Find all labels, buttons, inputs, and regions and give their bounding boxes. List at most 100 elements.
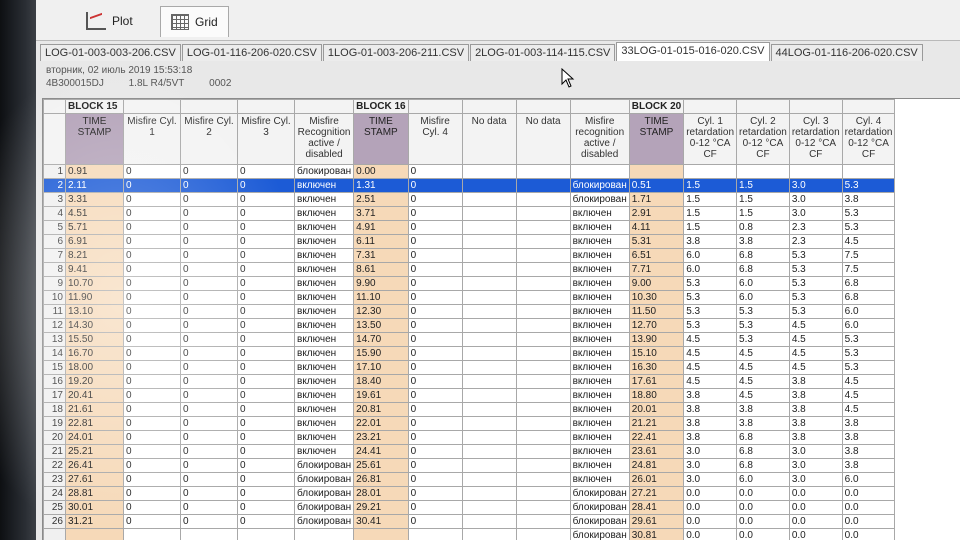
table-cell[interactable] (461, 304, 517, 319)
table-cell[interactable]: 0 (180, 486, 238, 501)
table-cell[interactable]: 6.8 (736, 262, 790, 277)
table-cell[interactable]: включен (293, 220, 355, 235)
table-cell[interactable]: 0 (123, 206, 181, 221)
table-cell[interactable] (515, 458, 571, 473)
table-row[interactable]: 12 14.30 0 0 0 включен 13.50 0 включен 12.70 5.3 5.… (43, 318, 896, 333)
table-cell[interactable]: включен (569, 444, 630, 459)
table-cell[interactable]: 5.3 (841, 360, 896, 375)
table-cell[interactable]: 6.8 (841, 276, 896, 291)
table-cell[interactable] (461, 388, 517, 403)
table-cell[interactable]: включен (569, 304, 630, 319)
table-cell[interactable]: 0 (123, 374, 181, 389)
table-cell[interactable]: блокирован (569, 486, 630, 501)
table-cell[interactable]: включен (293, 374, 355, 389)
table-cell[interactable] (788, 164, 843, 179)
table-row[interactable]: 17 20.41 0 0 0 включен 19.61 0 включен 18.80 3.8 4.… (43, 388, 896, 403)
table-cell[interactable]: включен (569, 402, 630, 417)
table-cell[interactable]: 0 (407, 192, 463, 207)
table-cell[interactable]: 0 (407, 388, 463, 403)
table-cell[interactable] (461, 332, 517, 347)
table-row[interactable]: 22 26.41 0 0 0 блокирован 25.61 0 включен 24.81 3.… (43, 458, 896, 473)
table-cell[interactable]: 11.90 (65, 290, 124, 305)
table-cell[interactable]: 0 (237, 192, 295, 207)
row-number[interactable]: 17 (43, 388, 66, 403)
table-cell[interactable] (461, 318, 517, 333)
table-cell[interactable]: 0 (180, 164, 238, 179)
table-cell[interactable]: 1.5 (736, 192, 790, 207)
table-row[interactable]: блокирован 30.81 0.0 0.0 0.0 0.0 (43, 528, 896, 540)
table-cell[interactable]: 6.0 (736, 472, 790, 487)
table-cell[interactable]: 4.11 (628, 220, 685, 235)
table-cell[interactable]: 3.8 (788, 374, 843, 389)
column-header[interactable]: Cyl. 3 retardation 0-12 °CA CF (788, 113, 843, 165)
table-cell[interactable]: 0 (123, 458, 181, 473)
plot-tab[interactable]: Plot (76, 6, 143, 36)
table-row[interactable]: 8 9.41 0 0 0 включен 8.61 0 включен 7.71 6.0 6.8 5.3… (43, 262, 896, 277)
table-cell[interactable] (515, 206, 571, 221)
table-cell[interactable]: 0.0 (683, 486, 738, 501)
column-header[interactable]: TIME STAMP (353, 113, 409, 165)
table-cell[interactable]: 3.0 (788, 444, 843, 459)
table-cell[interactable]: 4.5 (788, 346, 843, 361)
table-cell[interactable]: 0 (123, 416, 181, 431)
table-cell[interactable]: 5.3 (683, 304, 738, 319)
table-cell[interactable]: 17.10 (353, 360, 409, 375)
table-cell[interactable] (515, 528, 571, 540)
table-cell[interactable] (461, 500, 517, 515)
column-header[interactable]: Misfire Cyl. 3 (237, 113, 295, 165)
table-cell[interactable]: 5.3 (736, 332, 790, 347)
table-cell[interactable]: 7.71 (628, 262, 685, 277)
table-cell[interactable]: 9.00 (628, 276, 685, 291)
table-cell[interactable]: 0 (123, 346, 181, 361)
table-row[interactable]: 24 28.81 0 0 0 блокирован 28.01 0 блокирован 27.2… (43, 486, 896, 501)
table-cell[interactable]: 3.71 (353, 206, 409, 221)
file-tab[interactable]: 1LOG-01-003-206-211.CSV (322, 44, 470, 61)
table-cell[interactable]: включен (569, 290, 630, 305)
table-cell[interactable]: 0 (237, 416, 295, 431)
row-number[interactable]: 15 (43, 360, 66, 375)
table-cell[interactable]: 0.8 (736, 220, 790, 235)
table-cell[interactable] (407, 528, 463, 540)
table-cell[interactable] (515, 304, 571, 319)
row-number[interactable]: 24 (43, 486, 66, 501)
table-row[interactable]: 1 0.91 0 0 0 блокирован 0.00 0 (43, 164, 896, 179)
table-cell[interactable]: 0 (237, 486, 295, 501)
table-cell[interactable] (65, 528, 124, 540)
table-cell[interactable] (461, 346, 517, 361)
table-cell[interactable]: 3.8 (788, 388, 843, 403)
table-cell[interactable]: блокирован (569, 500, 630, 515)
table-cell[interactable]: 10.70 (65, 276, 124, 291)
file-tab[interactable]: 44LOG-01-116-206-020.CSV (770, 44, 923, 61)
table-cell[interactable] (461, 416, 517, 431)
table-cell[interactable]: 6.0 (841, 472, 896, 487)
table-cell[interactable]: 0 (180, 402, 238, 417)
table-cell[interactable]: 7.5 (841, 248, 896, 263)
table-cell[interactable] (461, 472, 517, 487)
table-cell[interactable]: 18.80 (628, 388, 685, 403)
table-cell[interactable]: 0 (407, 276, 463, 291)
table-cell[interactable]: 0 (180, 262, 238, 277)
table-cell[interactable]: 0 (237, 374, 295, 389)
table-cell[interactable]: 5.3 (841, 206, 896, 221)
table-cell[interactable]: включен (569, 220, 630, 235)
table-cell[interactable]: 0 (407, 374, 463, 389)
table-cell[interactable]: 5.3 (841, 178, 896, 193)
table-cell[interactable]: 0 (407, 178, 463, 193)
row-number[interactable]: 12 (43, 318, 66, 333)
table-cell[interactable]: 0 (180, 276, 238, 291)
table-cell[interactable]: 0 (123, 388, 181, 403)
table-cell[interactable]: 6.11 (353, 234, 409, 249)
table-cell[interactable]: 6.91 (65, 234, 124, 249)
table-cell[interactable]: 0.0 (736, 514, 790, 529)
table-cell[interactable]: 0 (180, 514, 238, 529)
table-cell[interactable]: 6.0 (736, 276, 790, 291)
column-header[interactable]: Misfire recognition active / disabled (569, 113, 630, 165)
table-cell[interactable] (461, 444, 517, 459)
table-cell[interactable]: 12.70 (628, 318, 685, 333)
table-cell[interactable] (515, 332, 571, 347)
table-cell[interactable]: 0 (237, 346, 295, 361)
table-cell[interactable]: 30.41 (353, 514, 409, 529)
table-cell[interactable]: 3.0 (683, 444, 738, 459)
row-number[interactable]: 5 (43, 220, 66, 235)
table-cell[interactable] (461, 458, 517, 473)
